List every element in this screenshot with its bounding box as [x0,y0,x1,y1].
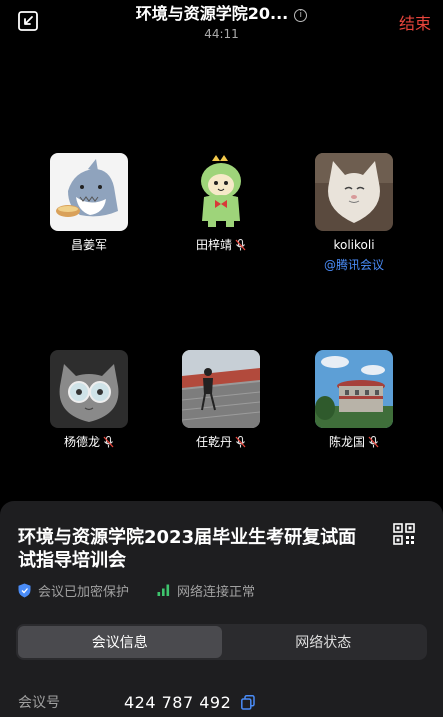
title-block: 环境与资源学院20... i 44:11 [90,4,353,41]
tab-network-status[interactable]: 网络状态 [222,626,426,658]
avatar-shark [50,153,128,231]
avatar-girl-stairs [182,350,260,428]
meeting-status-row: 会议已加密保护 网络连接正常 [18,581,283,600]
shield-icon [18,583,31,597]
participant-tile[interactable]: 杨德龙 [24,350,154,450]
participant-tile[interactable]: 田梓靖 [156,153,286,253]
copy-icon[interactable] [241,694,256,710]
participant-name-text: 杨德龙 [63,435,100,449]
participant-name: 任乾丹 [156,434,286,450]
meeting-id-label: 会议号 [18,695,60,711]
top-bar: 环境与资源学院20... i 44:11 结束 [0,0,443,48]
participant-name: 陈龙国 [289,434,419,450]
end-meeting-button[interactable]: 结束 [399,10,431,34]
avatar-building [315,350,393,428]
participant-tile[interactable]: 陈龙国 [289,350,419,450]
participant-tile[interactable]: kolikoli @腾讯会议 [289,153,419,273]
meeting-id-row: 会议号 424 787 492 [18,691,428,713]
meeting-full-title: 环境与资源学院2023届毕业生考研复试面试指导培训会 [18,527,357,571]
encryption-status-text: 会议已加密保护 [38,584,130,600]
participant-name: 田梓靖 [156,237,286,253]
meeting-title-text: 环境与资源学院20... [135,4,289,23]
avatar-cat-goggles [50,350,128,428]
tab-meeting-info[interactable]: 会议信息 [18,626,222,658]
participant-name-text: 任乾丹 [195,435,232,449]
meeting-info-sheet: 环境与资源学院2023届毕业生考研复试面试指导培训会 会议已加密保护 网络连接正 [0,501,443,717]
participant-name-text: 陈龙国 [328,435,365,449]
participant-name: kolikoli [289,237,419,253]
network-status: 网络连接正常 [157,581,255,600]
info-icon[interactable]: i [294,9,308,22]
network-status-text: 网络连接正常 [177,584,256,600]
participant-name-text: kolikoli [333,238,375,252]
qr-code-icon[interactable] [393,523,415,545]
participant-name: 杨德龙 [24,434,154,450]
joined-via-label: @腾讯会议 [323,258,384,272]
participant-tile[interactable]: 任乾丹 [156,350,286,450]
meeting-timer: 44:11 [204,27,239,41]
mic-muted-icon [103,436,114,448]
avatar-cat [315,153,393,231]
participant-name-text: 昌姜军 [70,238,107,252]
participant-name: 昌姜军 [24,237,154,253]
signal-strength-icon [157,584,170,596]
participant-tile[interactable]: 昌姜军 [24,153,154,253]
meeting-title[interactable]: 环境与资源学院20... i [90,4,353,24]
meeting-id-value: 424 787 492 [124,692,232,712]
minimize-window-icon[interactable] [18,11,38,31]
mic-muted-icon [235,239,246,251]
mic-muted-icon [235,436,246,448]
encryption-status: 会议已加密保护 [18,581,129,600]
info-tabs: 会议信息 网络状态 [16,624,427,660]
mic-muted-icon [368,436,379,448]
participant-name-text: 田梓靖 [195,238,232,252]
avatar-dinosaur [182,153,260,231]
